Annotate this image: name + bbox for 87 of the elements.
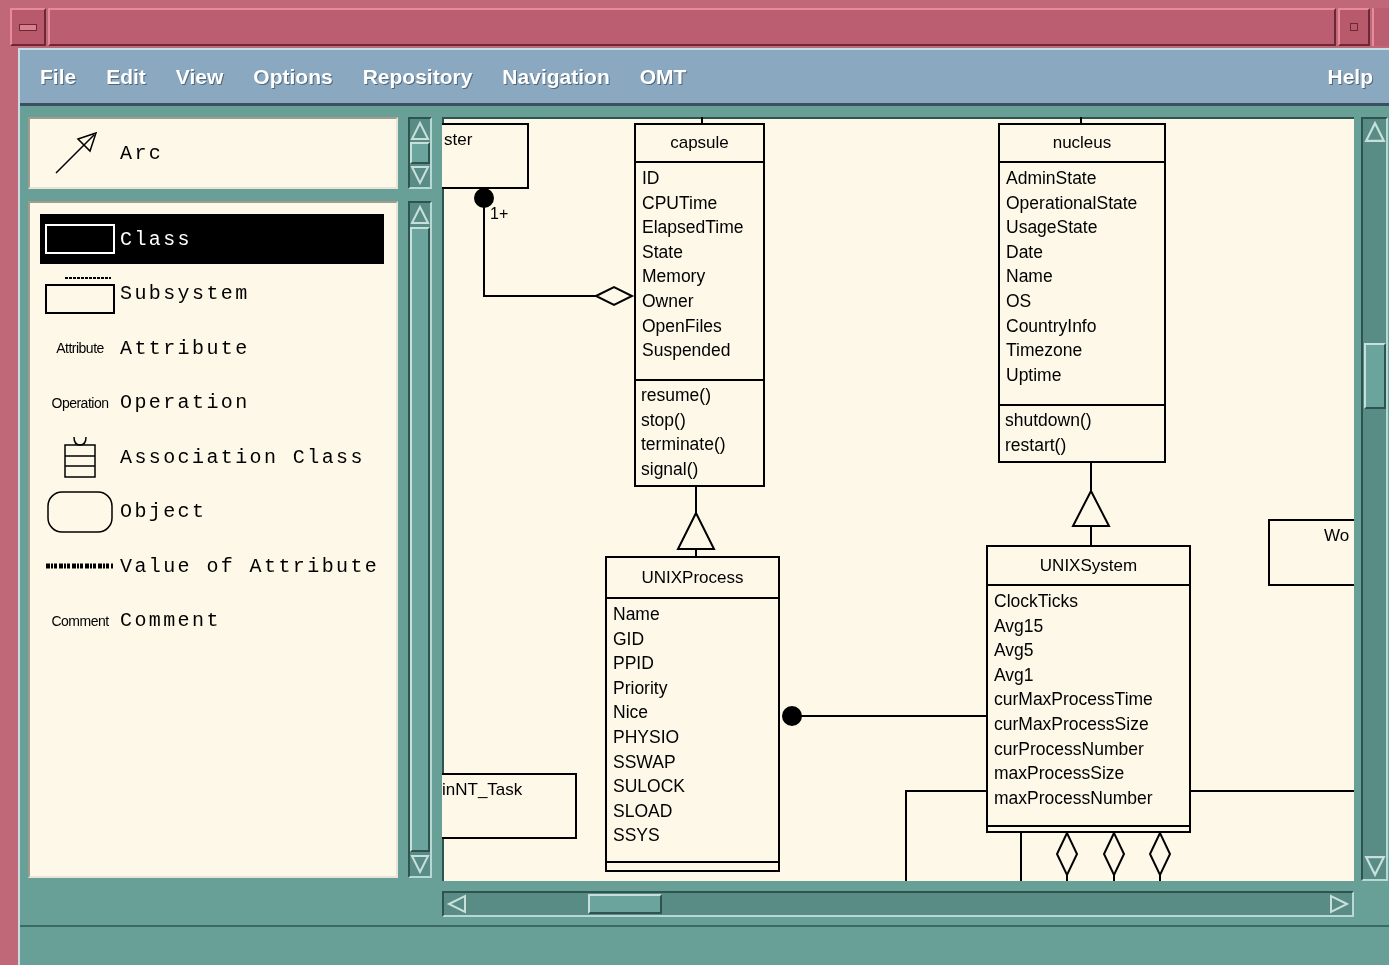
attribute-text: PPID [613, 652, 654, 676]
class-name: UNIXProcess [641, 566, 744, 589]
icon-label: Attribute [56, 340, 104, 357]
scrollbar[interactable] [408, 201, 432, 878]
association-class-icon [62, 435, 98, 480]
attribute-text: maxProcessSize [994, 762, 1125, 786]
class-name: UNIXSystem [1039, 554, 1138, 577]
scroll-down-icon[interactable] [410, 165, 430, 185]
attribute-text: CPUTime [642, 191, 718, 215]
attribute-text: Avg15 [994, 614, 1044, 638]
attribute-text: Priority [613, 676, 668, 700]
attribute-text: State [642, 240, 683, 264]
attribute-text: ClockTicks [994, 590, 1078, 613]
attribute-text: curProcessNumber [994, 737, 1144, 761]
scroll-left-icon[interactable] [446, 894, 468, 914]
palette-item[interactable]: Subsystem [40, 266, 384, 321]
attribute-text: UsageState [1006, 216, 1098, 240]
palette-item[interactable]: Association Class [40, 430, 384, 485]
attribute-text: AdminState [1006, 167, 1097, 190]
attribute-text: curMaxProcessSize [994, 712, 1149, 736]
palette-item[interactable]: Value of Attribute [40, 539, 384, 594]
attribute-text: Memory [642, 265, 706, 289]
minus-icon [19, 23, 37, 31]
attribute-text: curMaxProcessTime [994, 688, 1153, 712]
class-name: Wo [1324, 526, 1350, 545]
attribute-text: ElapsedTime [642, 216, 744, 240]
attribute-text: Timezone [1006, 339, 1083, 363]
class-name: inNT_Task [442, 780, 523, 799]
class-name: nucleus [1052, 132, 1112, 154]
scroll-thumb[interactable] [1363, 343, 1386, 409]
attribute-text: Nice [613, 701, 648, 725]
attribute-text: Avg1 [994, 663, 1034, 687]
attribute-text: Name [613, 603, 660, 626]
attribute-text: CountryInfo [1006, 314, 1097, 338]
arc-icon [54, 131, 100, 175]
multiplicity-label: 1+ [490, 205, 509, 223]
operation-text: restart() [1005, 433, 1067, 457]
scroll-right-icon[interactable] [1328, 894, 1350, 914]
operation-text: stop() [641, 408, 686, 432]
palette-item[interactable]: Attribute Attribute [40, 321, 384, 376]
scroll-up-icon[interactable] [410, 121, 430, 141]
palette-item[interactable]: Class [40, 214, 384, 264]
scroll-down-icon[interactable] [1363, 855, 1386, 877]
attribute-text: SLOAD [613, 799, 673, 823]
window-button[interactable] [1338, 8, 1370, 46]
attribute-text: Suspended [642, 339, 731, 363]
attribute-text: Avg5 [994, 639, 1034, 663]
attribute-text: SULOCK [613, 775, 685, 799]
scrollbar[interactable] [442, 891, 1354, 917]
scroll-thumb[interactable] [410, 142, 430, 164]
value-icon [45, 562, 115, 571]
icon-label: Operation [51, 394, 109, 411]
scroll-down-icon[interactable] [410, 854, 430, 874]
scroll-up-icon[interactable] [1363, 121, 1386, 143]
palette-item[interactable]: Comment Comment [40, 593, 384, 648]
attribute-text: maxProcessNumber [994, 786, 1153, 810]
scrollbar[interactable] [1361, 117, 1388, 881]
scroll-up-icon[interactable] [410, 205, 430, 225]
class-icon [45, 224, 115, 254]
operation-text: signal() [641, 457, 699, 481]
window-menu-button[interactable] [10, 8, 46, 46]
operation-text: shutdown() [1005, 409, 1092, 432]
attribute-text: OperationalState [1006, 191, 1138, 215]
attribute-text: SSWAP [613, 750, 676, 774]
palette-item[interactable]: Operation Operation [40, 375, 384, 430]
attribute-text: Date [1006, 240, 1043, 264]
scroll-thumb[interactable] [588, 894, 662, 914]
attribute-text: SSYS [613, 824, 660, 848]
attribute-text: GID [613, 627, 645, 651]
attribute-text: Uptime [1006, 363, 1062, 387]
attribute-text: OpenFiles [642, 314, 722, 338]
attribute-text: Owner [642, 289, 694, 313]
attribute-text: PHYSIO [613, 725, 680, 749]
scrollbar[interactable] [408, 117, 432, 189]
attribute-text: Name [1006, 265, 1053, 289]
attribute-text: OS [1006, 289, 1032, 313]
arc-tool[interactable]: Arc [54, 131, 164, 175]
object-icon [47, 490, 113, 533]
palette-item[interactable]: Object [40, 484, 384, 539]
scroll-thumb[interactable] [410, 227, 430, 852]
operation-text: terminate() [641, 433, 726, 457]
square-icon [1350, 23, 1358, 31]
class-name: capsule [670, 132, 729, 154]
icon-label: Comment [51, 612, 109, 629]
operation-text: resume() [641, 384, 711, 407]
attribute-text: ID [642, 167, 660, 190]
class-name: ster [444, 130, 473, 149]
